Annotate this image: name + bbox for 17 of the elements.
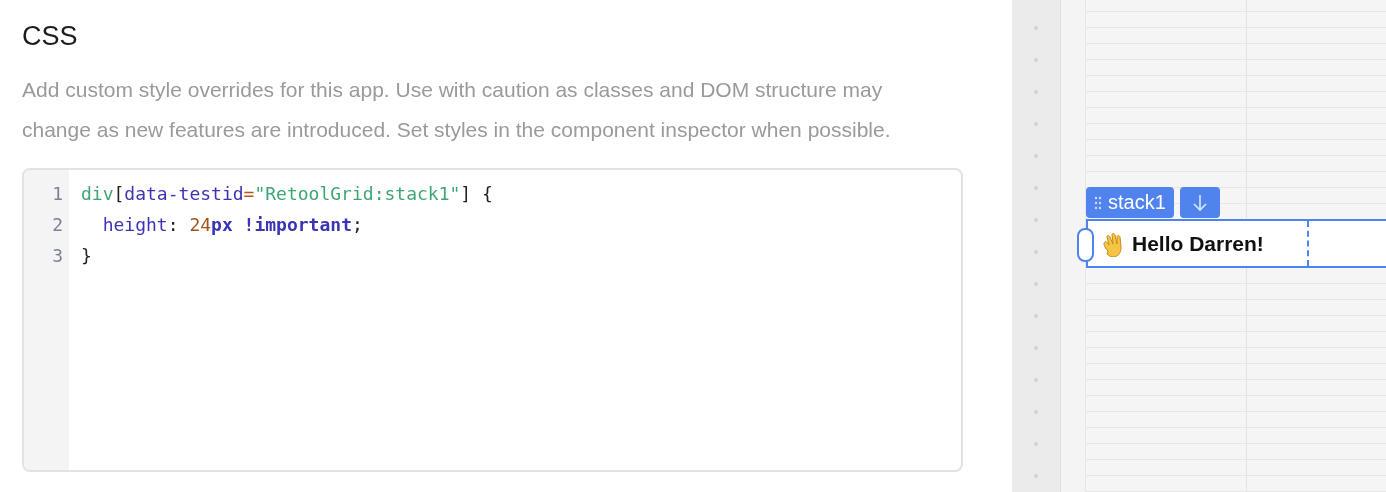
line-number: 2 bbox=[51, 213, 64, 237]
section-title: CSS bbox=[22, 20, 79, 53]
description-text: Add custom style overrides for this app. Use with caution as classes and DOM structure may change as new features are introduced. Set styles in the component inspector when possible. bbox=[22, 77, 892, 143]
code-line: height: 24px !important; bbox=[101, 213, 363, 237]
drag-handle-icon bbox=[1094, 195, 1102, 210]
component-tag[interactable]: stack1 bbox=[1086, 187, 1174, 218]
greeting-text: Hello Darren! bbox=[1132, 231, 1264, 256]
resize-handle[interactable] bbox=[1077, 228, 1094, 262]
text-component[interactable]: Hello Darren! bbox=[1086, 219, 1386, 268]
move-down-button[interactable] bbox=[1179, 187, 1220, 218]
arrow-down-icon bbox=[1192, 193, 1207, 212]
code-editor[interactable]: 1 2 3 div[data-testid="RetoolGrid:stack1"] { height: 24px !important; } bbox=[22, 168, 963, 472]
line-number: 3 bbox=[51, 244, 64, 268]
line-number: 1 bbox=[51, 182, 64, 206]
code-line: } bbox=[81, 244, 92, 268]
code-line: div[data-testid="RetoolGrid:stack1"] { bbox=[81, 182, 493, 206]
component-name: stack1 bbox=[1108, 191, 1166, 214]
